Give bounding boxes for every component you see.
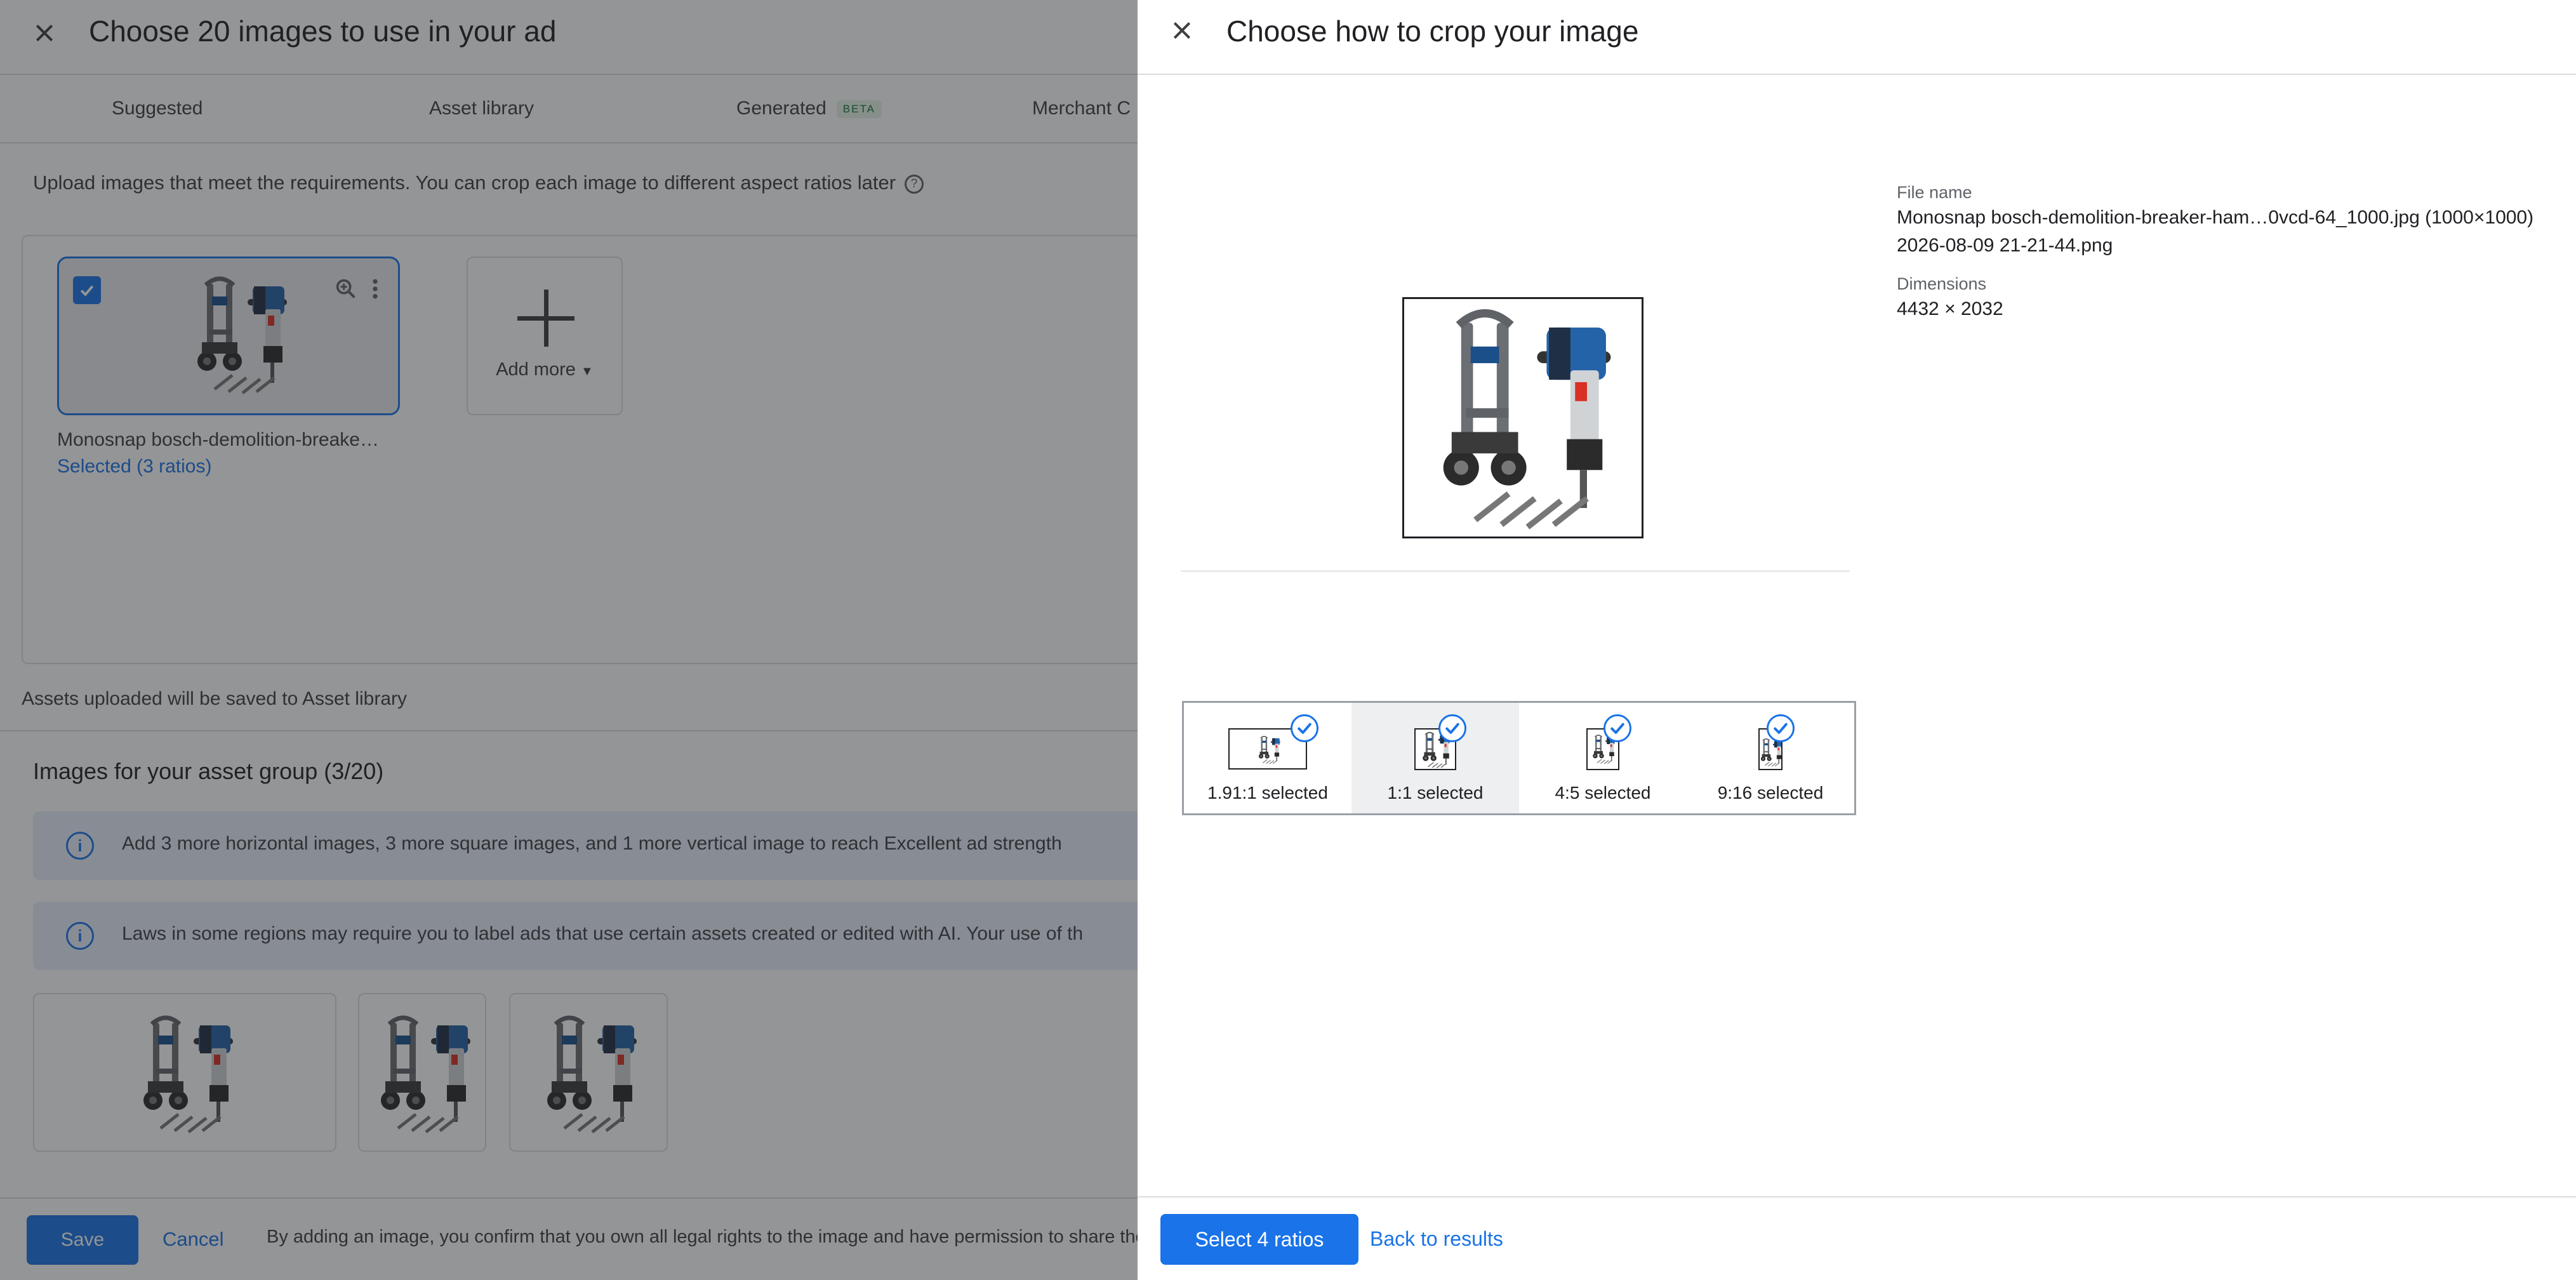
file-name-label: File name: [1897, 183, 1972, 202]
check-circle-icon: [1291, 714, 1318, 742]
modal-scrim[interactable]: [0, 0, 1138, 1280]
dimensions-label: Dimensions: [1897, 274, 1987, 293]
ratio-label: 1.91:1 selected: [1207, 783, 1328, 803]
dimensions-value: 4432 × 2032: [1897, 298, 2003, 319]
select-ratios-button[interactable]: Select 4 ratios: [1160, 1214, 1358, 1265]
crop-close-icon[interactable]: [1163, 11, 1201, 50]
ratio-label: 4:5 selected: [1555, 783, 1651, 803]
file-name-value: Monosnap bosch-demolition-breaker-ham…0v…: [1897, 207, 2534, 228]
ratio-option-1-1[interactable]: 1:1 selected: [1351, 703, 1519, 813]
preview-image: [1404, 299, 1642, 537]
file-name-value-line2: 2026-08-09 21-21-44.png: [1897, 235, 2113, 256]
background-dialog: Choose 20 images to use in your ad Sugge…: [0, 0, 1138, 1280]
ratio-option-9-16[interactable]: 9:16 selected: [1687, 703, 1854, 813]
preview-divider: [1181, 570, 1850, 572]
back-to-results-button[interactable]: Back to results: [1370, 1227, 1503, 1251]
crop-preview[interactable]: [1402, 297, 1643, 538]
ratio-label: 9:16 selected: [1717, 783, 1824, 803]
ratio-label: 1:1 selected: [1387, 783, 1484, 803]
crop-title: Choose how to crop your image: [1226, 15, 1639, 48]
check-circle-icon: [1438, 714, 1466, 742]
check-circle-icon: [1603, 714, 1631, 742]
check-circle-icon: [1767, 714, 1795, 742]
crop-panel: Choose how to crop your image File name …: [1138, 0, 2576, 1280]
ratio-selector: 1.91:1 selected 1:1 selected 4:5 selecte…: [1182, 701, 1856, 815]
crop-header: Choose how to crop your image: [1138, 0, 2576, 75]
ratio-option-1-91[interactable]: 1.91:1 selected: [1184, 703, 1351, 813]
ratio-option-4-5[interactable]: 4:5 selected: [1519, 703, 1687, 813]
